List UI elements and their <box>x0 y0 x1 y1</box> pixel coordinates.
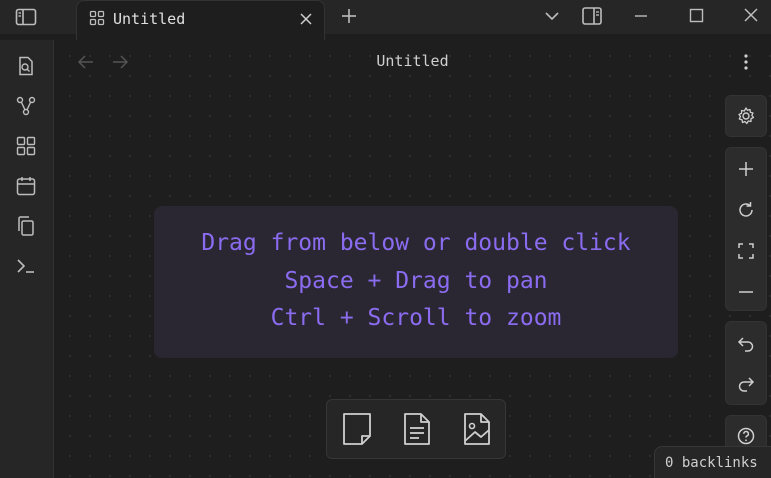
dashboard-icon <box>16 136 36 156</box>
plus-icon <box>342 9 356 23</box>
zoom-out-icon <box>739 291 753 293</box>
command-palette-button[interactable] <box>14 254 38 278</box>
sidebar-toggle-button[interactable] <box>0 0 52 34</box>
close-window-button[interactable] <box>740 5 762 27</box>
daily-note-button[interactable] <box>14 174 38 198</box>
maximize-icon <box>689 8 704 23</box>
reset-zoom-button[interactable] <box>735 199 757 221</box>
zoom-in-button[interactable] <box>735 158 757 180</box>
maximize-button[interactable] <box>685 5 707 27</box>
undo-button[interactable] <box>735 333 757 355</box>
help-icon <box>737 427 755 445</box>
card-toolbar <box>326 399 506 459</box>
right-sidebar-icon <box>582 7 602 25</box>
zoom-to-fit-button[interactable] <box>735 240 757 262</box>
tab-label: Untitled <box>113 10 186 28</box>
canvas-area[interactable]: Untitled Drag from below or double click… <box>54 40 771 478</box>
empty-canvas-hint: Drag from below or double click Space + … <box>154 206 678 358</box>
close-icon <box>300 13 312 25</box>
add-media-button[interactable] <box>459 410 495 448</box>
zoom-in-icon <box>739 162 753 176</box>
help-button[interactable] <box>735 425 757 447</box>
add-note-button[interactable] <box>399 410 435 448</box>
chevron-down-icon <box>545 12 559 21</box>
canvas-icon <box>89 10 105 26</box>
note-card-icon <box>404 413 430 445</box>
reset-zoom-icon <box>739 202 753 217</box>
redo-button[interactable] <box>735 373 757 395</box>
canvas-settings-button[interactable] <box>735 105 757 127</box>
templates-button[interactable] <box>14 214 38 238</box>
tab-list-button[interactable] <box>541 5 563 27</box>
hint-line-1: Drag from below or double click <box>201 230 631 256</box>
new-tab-button[interactable] <box>338 5 360 27</box>
right-sidebar-toggle-button[interactable] <box>581 5 603 27</box>
copy-icon <box>18 216 34 236</box>
add-card-button[interactable] <box>339 410 375 448</box>
tab-untitled[interactable]: Untitled <box>76 0 325 40</box>
hint-line-3: Ctrl + Scroll to zoom <box>270 305 562 331</box>
sidebar-toggle-icon <box>15 8 37 26</box>
terminal-icon <box>17 259 34 273</box>
quick-switcher-button[interactable] <box>14 54 38 78</box>
view-title[interactable]: Untitled <box>54 52 771 70</box>
minimize-button[interactable] <box>630 5 652 27</box>
undo-icon <box>737 337 754 352</box>
zoom-control-group <box>725 147 767 311</box>
fit-icon <box>738 243 754 259</box>
media-card-icon <box>464 413 490 445</box>
backlinks-status[interactable]: 0 backlinks <box>654 446 771 478</box>
new-card-icon <box>343 413 371 445</box>
zoom-out-button[interactable] <box>735 281 757 303</box>
minimize-icon <box>635 15 647 17</box>
more-vertical-icon <box>744 54 748 70</box>
tab-close-button[interactable] <box>297 10 315 28</box>
settings-control-group <box>725 95 767 137</box>
left-ribbon <box>0 40 54 478</box>
more-options-button[interactable] <box>736 52 756 72</box>
file-search-icon <box>19 56 33 76</box>
graph-view-button[interactable] <box>14 94 38 118</box>
hint-line-2: Space + Drag to pan <box>284 268 548 294</box>
calendar-icon <box>16 177 36 196</box>
canvas-button[interactable] <box>14 134 38 158</box>
history-control-group <box>725 321 767 405</box>
redo-icon <box>738 377 755 392</box>
settings-icon <box>738 107 755 125</box>
graph-icon <box>16 96 36 116</box>
close-icon <box>744 8 758 22</box>
